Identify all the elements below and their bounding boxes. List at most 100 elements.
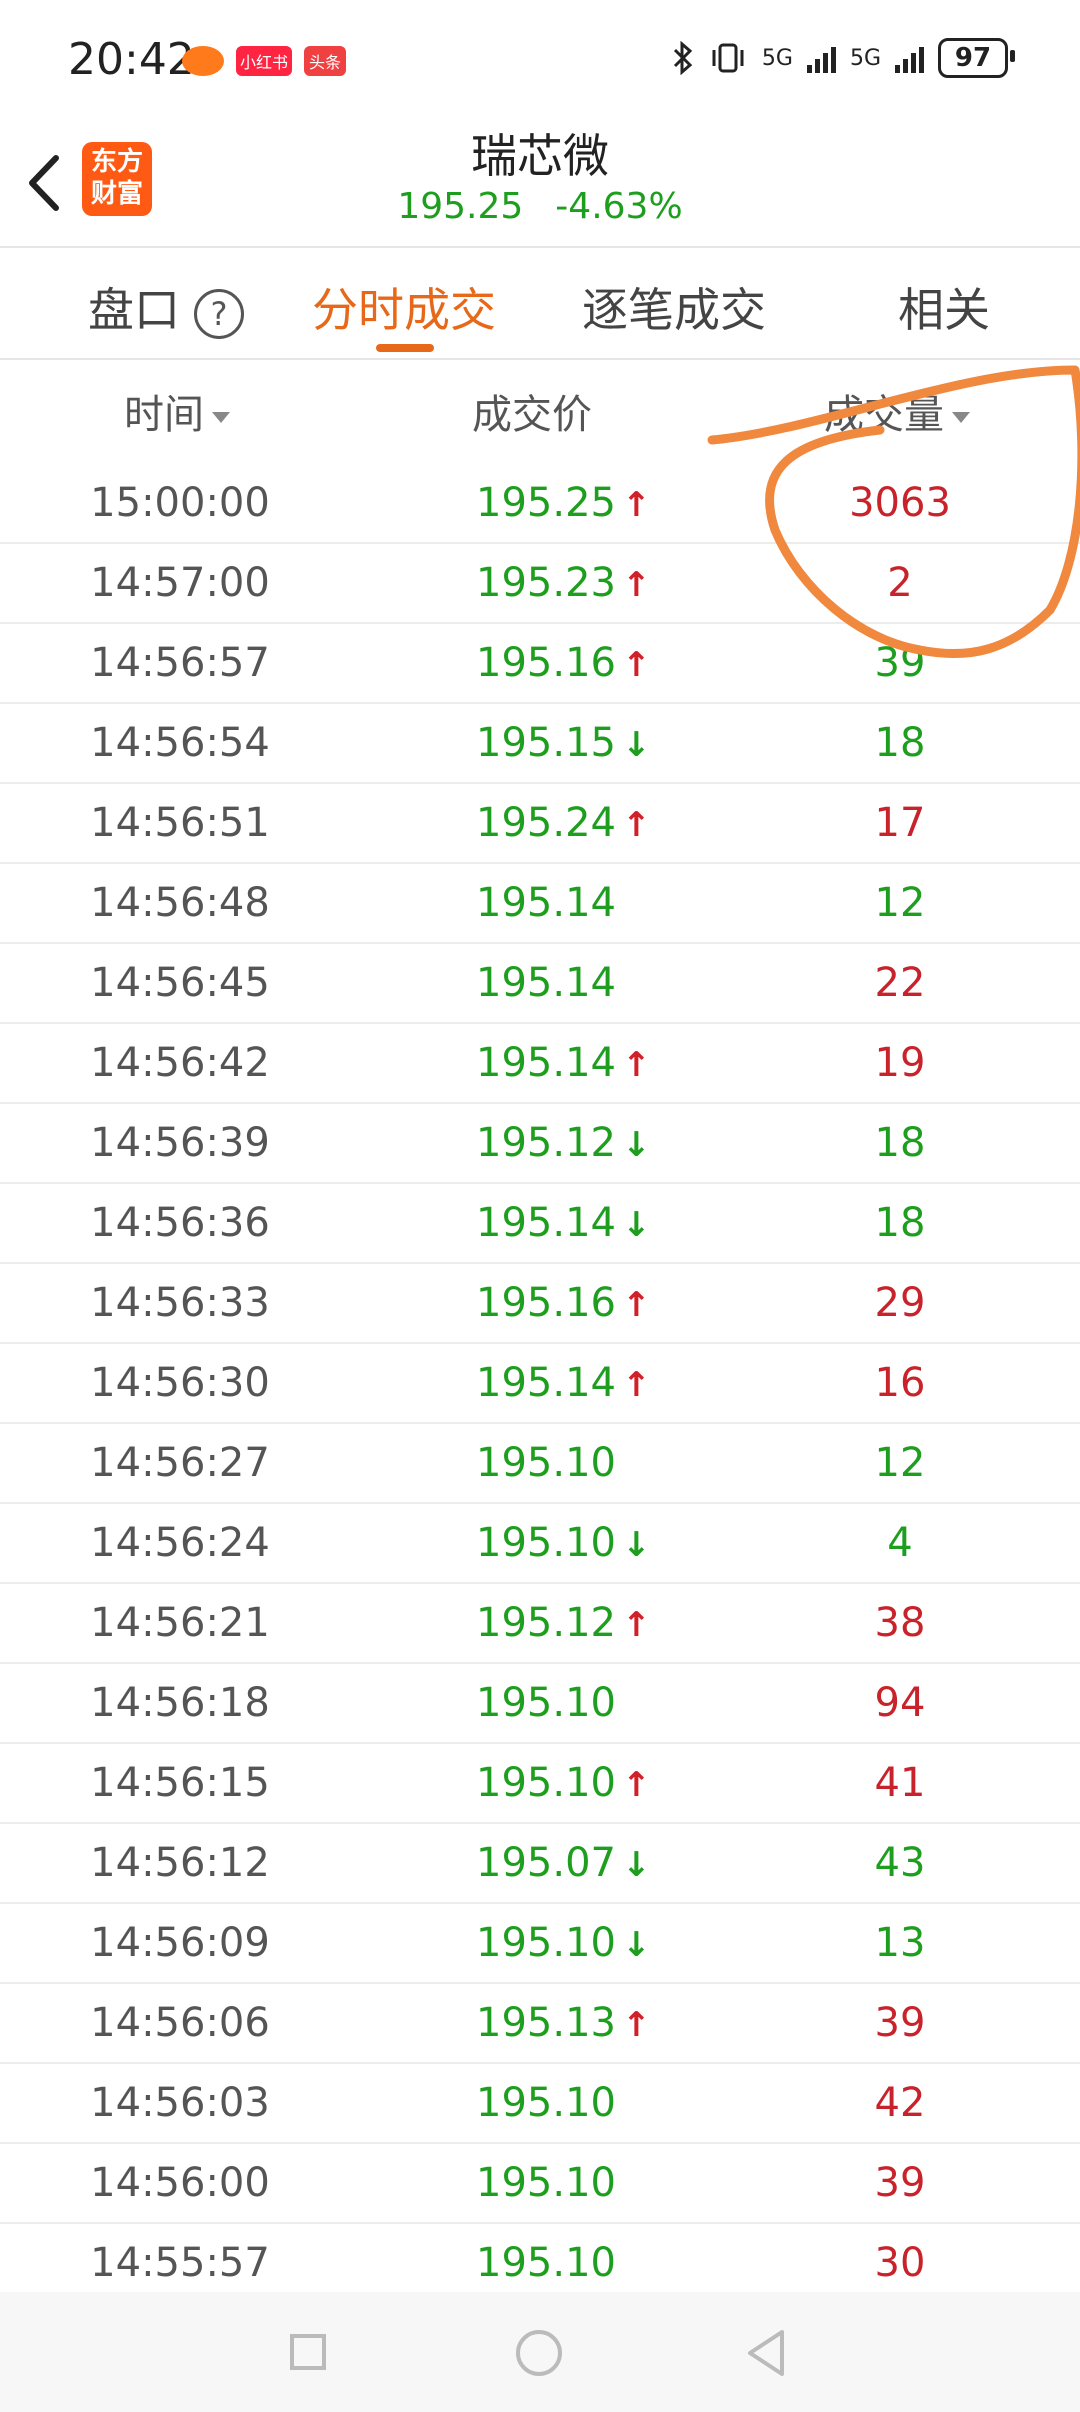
tab-tick-trades[interactable]: 逐笔成交 xyxy=(582,274,766,340)
arrow-up-icon: ↑ xyxy=(621,1605,651,1645)
tab-label: 盘口 xyxy=(88,283,180,337)
trade-price: 195.24 ↑ xyxy=(476,800,650,846)
recent-apps-icon[interactable] xyxy=(290,2334,326,2370)
arrow-down-icon: ↓ xyxy=(621,1525,651,1565)
help-icon[interactable]: ? xyxy=(194,288,244,339)
arrow-up-icon: ↑ xyxy=(621,2005,651,2045)
trade-volume: 13 xyxy=(874,1920,926,1966)
tab-minute-trades[interactable]: 分时成交 xyxy=(312,274,496,340)
table-row: 14:56:57 195.16 ↑ 39 xyxy=(0,624,1080,704)
price-value: 195.10 xyxy=(476,1520,616,1566)
clock: 20:42 xyxy=(68,34,195,85)
table-row: 14:56:36 195.14 ↓ 18 xyxy=(0,1184,1080,1264)
trade-time: 14:56:42 xyxy=(90,1040,270,1086)
table-row: 14:56:03 195.10 42 xyxy=(0,2064,1080,2144)
arrow-down-icon: ↓ xyxy=(621,1845,651,1885)
trade-volume: 16 xyxy=(874,1360,926,1406)
trade-time: 14:56:12 xyxy=(90,1840,270,1886)
battery-icon: 97 xyxy=(938,38,1015,78)
trade-volume: 18 xyxy=(874,1120,926,1166)
xiaohongshu-icon: 小红书 xyxy=(236,46,293,76)
price-value: 195.16 xyxy=(476,1280,616,1326)
table-row: 14:57:00 195.23 ↑ 2 xyxy=(0,544,1080,624)
signal-icon xyxy=(806,43,836,73)
table-row: 14:56:42 195.14 ↑ 19 xyxy=(0,1024,1080,1104)
trade-time: 14:56:45 xyxy=(90,960,270,1006)
active-tab-indicator xyxy=(376,344,434,352)
trade-volume: 18 xyxy=(874,1200,926,1246)
price-value: 195.14 xyxy=(476,1040,616,1086)
network-type-2: 5G xyxy=(849,45,881,71)
trade-price: 195.10 ↓ xyxy=(476,1520,650,1566)
price-value: 195.12 xyxy=(476,1600,616,1646)
tab-bar: 盘口? 分时成交 逐笔成交 相关 xyxy=(0,248,1080,358)
trade-volume: 29 xyxy=(874,1280,926,1326)
column-header-volume[interactable]: 成交量 xyxy=(824,382,970,440)
table-row: 14:56:09 195.10 ↓ 13 xyxy=(0,1904,1080,1984)
table-row: 14:56:00 195.10 39 xyxy=(0,2144,1080,2224)
price-value: 195.10 xyxy=(476,1440,616,1486)
trade-price: 195.14 xyxy=(476,960,616,1006)
trade-price: 195.10 ↑ xyxy=(476,1760,650,1806)
table-row: 14:56:06 195.13 ↑ 39 xyxy=(0,1984,1080,2064)
trade-price: 195.23 ↑ xyxy=(476,560,650,606)
table-row: 14:56:54 195.15 ↓ 18 xyxy=(0,704,1080,784)
arrow-up-icon: ↑ xyxy=(621,1045,651,1085)
trade-price: 195.12 ↑ xyxy=(476,1600,650,1646)
price-value: 195.10 xyxy=(476,1920,616,1966)
trade-time: 14:56:33 xyxy=(90,1280,270,1326)
price-value: 195.14 xyxy=(476,1360,616,1406)
arrow-up-icon: ↑ xyxy=(621,1765,651,1805)
trade-price: 195.14 ↓ xyxy=(476,1200,650,1246)
tab-related[interactable]: 相关 xyxy=(898,274,990,340)
price-value: 195.13 xyxy=(476,2000,616,2046)
price-value: 195.23 xyxy=(476,560,616,606)
sort-down-icon xyxy=(952,411,970,423)
price-value: 195.10 xyxy=(476,2240,616,2286)
trade-price: 195.10 ↓ xyxy=(476,1920,650,1966)
trade-price: 195.10 xyxy=(476,1440,616,1486)
trade-price: 195.13 ↑ xyxy=(476,2000,650,2046)
table-row: 14:56:45 195.14 22 xyxy=(0,944,1080,1024)
sort-down-icon xyxy=(212,411,230,423)
table-row: 14:56:51 195.24 ↑ 17 xyxy=(0,784,1080,864)
stock-name: 瑞芯微 xyxy=(471,129,609,183)
notification-icons: 小红书 头条 xyxy=(182,46,347,76)
trade-volume: 12 xyxy=(874,1440,926,1486)
trade-time: 14:56:24 xyxy=(90,1520,270,1566)
trade-price: 195.10 xyxy=(476,2080,616,2126)
trade-time: 14:56:27 xyxy=(90,1440,270,1486)
trade-volume: 43 xyxy=(874,1840,926,1886)
trade-time: 14:56:48 xyxy=(90,880,270,926)
system-status: 5G 5G 97 xyxy=(672,38,1015,78)
price-value: 195.10 xyxy=(476,2080,616,2126)
home-icon[interactable] xyxy=(516,2330,562,2376)
trade-volume: 4 xyxy=(887,1520,913,1566)
arrow-up-icon: ↑ xyxy=(621,1365,651,1405)
stock-header: 东方财富 瑞芯微 195.25 -4.63% xyxy=(0,120,1080,246)
back-triangle-icon[interactable] xyxy=(744,2328,788,2378)
trade-price: 195.14 ↑ xyxy=(476,1360,650,1406)
trade-volume: 38 xyxy=(874,1600,926,1646)
trade-time: 15:00:00 xyxy=(90,480,270,526)
price-value: 195.25 xyxy=(476,480,616,526)
trade-volume: 2 xyxy=(887,560,913,606)
trade-time: 14:55:57 xyxy=(90,2240,270,2286)
tab-order-book[interactable]: 盘口? xyxy=(88,274,244,340)
table-row: 14:56:33 195.16 ↑ 29 xyxy=(0,1264,1080,1344)
price-value: 195.15 xyxy=(476,720,616,766)
trade-price: 195.10 xyxy=(476,2240,616,2286)
trade-list[interactable]: 15:00:00 195.25 ↑ 3063 14:57:00 195.23 ↑ 2 14:56… xyxy=(0,464,1080,2304)
table-row: 14:56:15 195.10 ↑ 41 xyxy=(0,1744,1080,1824)
price-value: 195.14 xyxy=(476,880,616,926)
arrow-up-icon: ↑ xyxy=(621,485,651,525)
trade-price: 195.12 ↓ xyxy=(476,1120,650,1166)
trade-volume: 12 xyxy=(874,880,926,926)
current-price: 195.25 xyxy=(397,186,524,227)
change-percent: -4.63% xyxy=(555,186,683,227)
price-value: 195.24 xyxy=(476,800,616,846)
column-header-time[interactable]: 时间 xyxy=(124,382,230,440)
trade-volume: 19 xyxy=(874,1040,926,1086)
trade-price: 195.14 xyxy=(476,880,616,926)
trade-time: 14:56:36 xyxy=(90,1200,270,1246)
